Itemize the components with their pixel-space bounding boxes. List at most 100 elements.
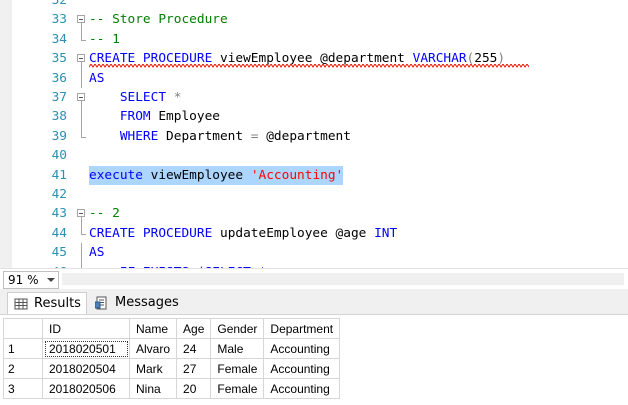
code-token: SELECT <box>89 90 174 105</box>
code-line: 39 WHERE Department = @department <box>0 126 628 146</box>
fold-guide-end <box>81 233 86 235</box>
code-line: 33 -- Store Procedure <box>0 10 628 31</box>
line-number: 34 <box>51 31 67 47</box>
table-cell[interactable]: 2018020504 <box>42 358 130 379</box>
fold-guide <box>81 223 82 234</box>
fold-guide <box>81 68 82 88</box>
code-text[interactable]: -- 2 <box>89 204 120 223</box>
table-row[interactable]: 2 2018020504 Mark 27 Female Accounting <box>3 358 341 379</box>
chevron-down-icon <box>47 278 55 282</box>
code-token: -- Store Procedure <box>89 12 228 28</box>
code-line: 41 execute viewEmployee 'Accounting' <box>0 165 628 185</box>
code-line: 38 FROM Employee <box>0 107 628 127</box>
table-cell[interactable]: Accounting <box>263 358 341 379</box>
column-header[interactable]: Name <box>128 318 178 339</box>
table-cell[interactable]: 24 <box>176 338 212 359</box>
table-row[interactable]: 3 2018020506 Nina 20 Female Accounting <box>3 378 341 399</box>
zoom-dropdown[interactable]: 91 % <box>3 271 59 289</box>
fold-guide <box>81 29 82 40</box>
table-cell[interactable]: Male <box>210 338 265 359</box>
table-cell[interactable]: Accounting <box>263 378 341 399</box>
table-cell[interactable]: Accounting <box>263 338 341 359</box>
code-token: AS <box>89 245 105 261</box>
code-token: FROM <box>89 109 159 125</box>
editor-status-row: 91 % <box>0 268 628 289</box>
fold-guide <box>81 126 82 137</box>
code-line: 45 AS <box>0 243 628 263</box>
line-number: 43 <box>51 206 67 222</box>
code-token: 'Accounting' <box>250 167 344 183</box>
code-token: -- 2 <box>89 206 120 222</box>
collapse-icon[interactable] <box>77 15 85 24</box>
code-token: AS <box>89 70 105 86</box>
line-number: 40 <box>51 148 67 164</box>
row-number[interactable]: 1 <box>3 338 43 359</box>
tab-messages-label: Messages <box>115 295 179 310</box>
column-header[interactable]: Department <box>263 318 341 339</box>
code-line: 40 <box>0 146 628 165</box>
column-header[interactable]: Gender <box>210 318 265 339</box>
code-text[interactable]: FROM Employee <box>89 107 220 126</box>
code-token: viewEmployee <box>150 167 251 183</box>
table-cell[interactable]: 2018020501 <box>42 338 130 359</box>
code-text[interactable]: WHERE Department = @department <box>89 127 351 146</box>
code-token: CREATE PROCEDURE <box>89 225 220 241</box>
collapse-icon[interactable] <box>77 93 85 101</box>
line-number: 33 <box>51 12 67 28</box>
code-text[interactable]: CREATE PROCEDURE updateEmployee @age INT <box>89 224 397 243</box>
table-cell[interactable]: Nina <box>128 378 178 399</box>
code-text[interactable]: SELECT * <box>89 88 182 107</box>
table-row[interactable]: 1 2018020501 Alvaro 24 Male Accounting <box>3 338 341 359</box>
fold-guide-end <box>81 39 86 41</box>
code-text[interactable]: -- 1 <box>89 30 120 49</box>
column-header[interactable]: ID <box>42 318 130 339</box>
results-grid[interactable]: ID Name Age Gender Department 1 2018020501 Alv… <box>3 318 341 399</box>
collapse-icon[interactable] <box>77 54 85 63</box>
horizontal-scrollbar[interactable] <box>62 273 624 285</box>
table-cell[interactable]: 2018020506 <box>42 378 130 399</box>
table-cell[interactable]: 27 <box>176 358 212 379</box>
line-number: 41 <box>51 167 67 183</box>
code-token: @department <box>266 128 351 144</box>
table-cell[interactable]: Female <box>210 358 265 379</box>
code-line: 44 CREATE PROCEDURE updateEmployee @age I… <box>0 223 628 243</box>
line-number: 32 <box>51 0 67 8</box>
collapse-icon[interactable] <box>77 209 85 218</box>
line-number: 38 <box>51 109 67 125</box>
code-token: execute <box>89 167 151 183</box>
code-line: 36 AS <box>0 68 628 88</box>
table-cell[interactable]: 20 <box>176 378 212 399</box>
table-cell[interactable]: Mark <box>128 358 178 379</box>
query-editor[interactable]: 32 33 -- Store Procedure 34 -- 1 35 CREATE PRO… <box>0 0 628 268</box>
code-text[interactable]: -- Store Procedure <box>89 10 228 29</box>
code-line: 42 <box>0 185 628 204</box>
row-number[interactable]: 2 <box>3 358 43 379</box>
error-squiggle <box>89 64 529 69</box>
code-token: Employee <box>158 109 220 125</box>
code-token: Department <box>166 128 251 144</box>
tab-results-label: Results <box>34 296 81 311</box>
code-text[interactable]: AS <box>89 243 104 262</box>
line-number: 37 <box>51 90 67 105</box>
messages-icon <box>95 296 107 310</box>
code-line: 43 -- 2 <box>0 204 628 225</box>
row-number[interactable]: 3 <box>3 378 43 399</box>
tab-results[interactable]: Results <box>7 292 87 314</box>
row-number-header[interactable] <box>3 318 43 339</box>
table-cell[interactable]: Female <box>210 378 265 399</box>
line-number: 44 <box>51 225 67 241</box>
code-token: INT <box>374 225 398 241</box>
column-header[interactable]: Age <box>176 318 212 339</box>
code-text[interactable]: AS <box>89 69 104 88</box>
grid-icon <box>14 298 28 310</box>
line-number: 35 <box>51 51 67 67</box>
fold-guide-end <box>81 136 86 138</box>
code-token: updateEmployee @age <box>219 225 375 241</box>
code-token: WHERE <box>89 128 167 144</box>
table-cell[interactable]: Alvaro <box>128 338 178 359</box>
code-token: -- 1 <box>89 31 120 47</box>
fold-guide <box>81 107 82 127</box>
selected-code[interactable]: execute viewEmployee 'Accounting' <box>89 165 344 185</box>
grid-header-row: ID Name Age Gender Department <box>3 318 341 339</box>
tab-messages[interactable]: Messages <box>89 292 181 314</box>
